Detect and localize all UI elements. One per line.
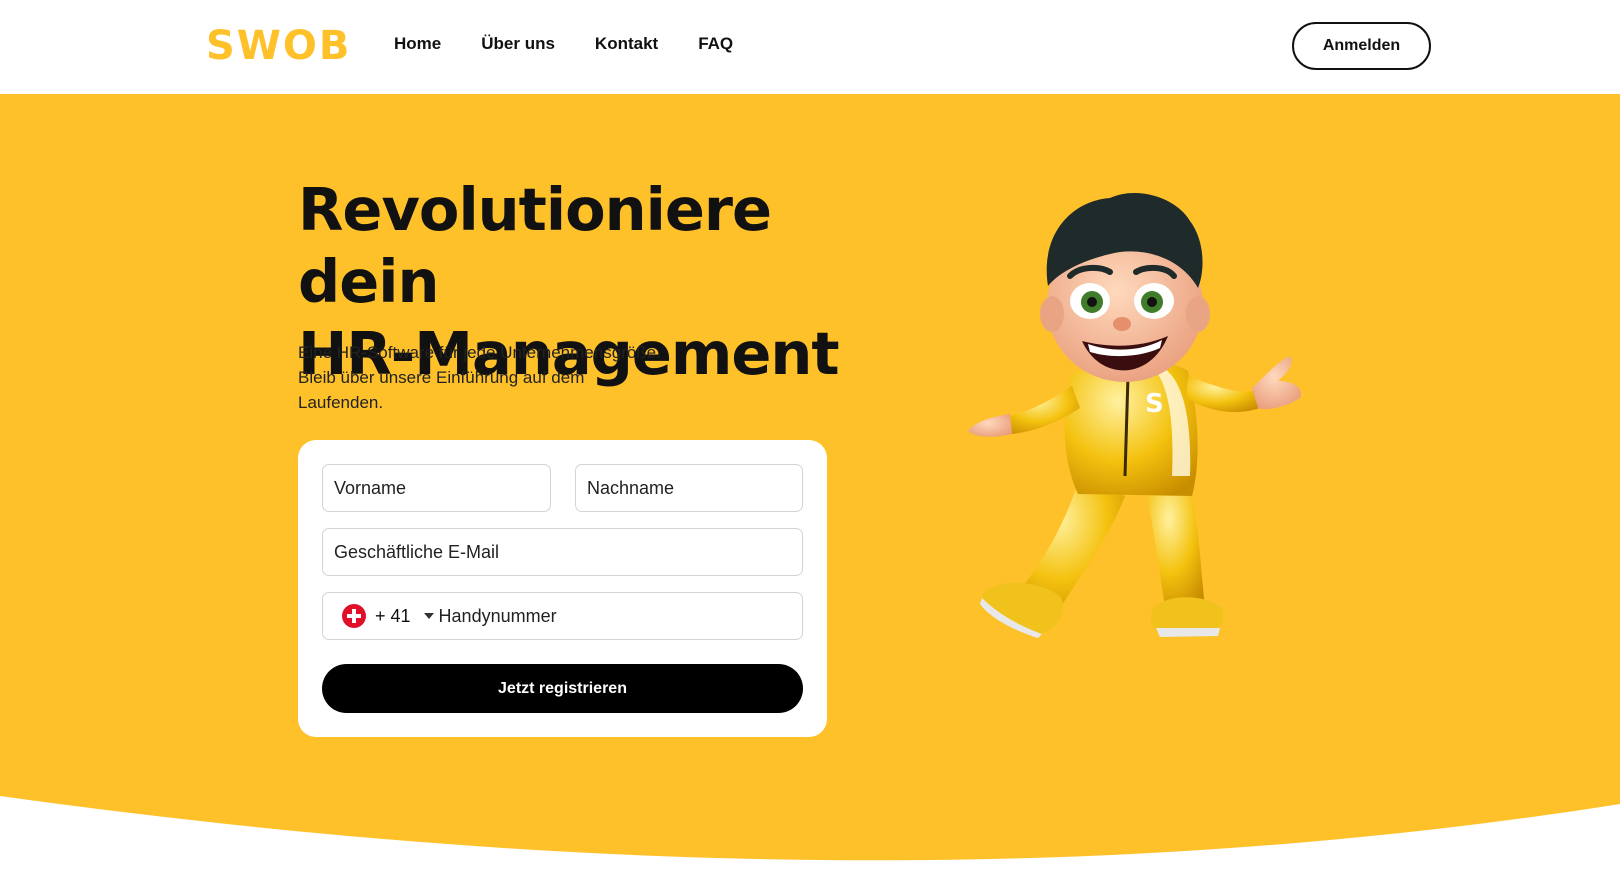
first-name-input[interactable] [322,464,551,512]
main-nav: Home Über uns Kontakt FAQ [394,34,733,54]
register-button[interactable]: Jetzt registrieren [322,664,803,713]
signup-form: + 41 Jetzt registrieren [298,440,827,737]
hero-subtitle-line3: Laufenden. [298,393,384,412]
phone-field: + 41 [322,592,803,640]
hero-subtitle: Eine HR-Software für jede Unternehmensgr… [298,340,698,415]
login-button[interactable]: Anmelden [1292,22,1431,70]
nav-link-faq[interactable]: FAQ [698,34,733,54]
swob-logo[interactable]: SWOB [206,22,351,70]
top-navbar: SWOB Home Über uns Kontakt FAQ Anmelden [0,0,1620,94]
last-name-input[interactable] [575,464,803,512]
nav-link-contact[interactable]: Kontakt [595,34,658,54]
hero-subtitle-line2: Bleib über unsere Einführung auf dem [298,368,585,387]
swob-mascot-illustration: S [968,192,1301,638]
country-dropdown-caret-icon[interactable] [423,613,434,619]
nav-link-home[interactable]: Home [394,34,441,54]
swiss-flag-icon[interactable] [342,604,366,628]
business-email-input[interactable] [322,528,803,576]
country-dial-code[interactable]: + 41 [375,606,411,627]
nav-link-about[interactable]: Über uns [481,34,555,54]
phone-number-input[interactable] [438,596,802,636]
hero-headline-line1: Revolutioniere dein [298,175,772,316]
hero-subtitle-line1: Eine HR-Software für jede Unternehmensgr… [298,343,661,362]
hero-section: Revolutioniere dein HR-Management Eine H… [0,94,1620,894]
mascot-suit-letter: S [1145,389,1164,419]
